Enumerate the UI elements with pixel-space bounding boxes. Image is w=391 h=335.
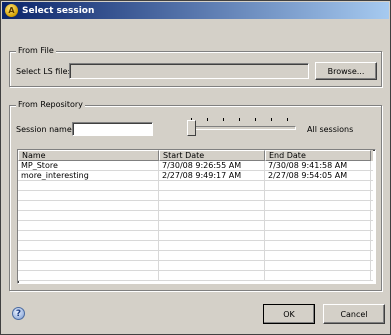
table-row[interactable]: MP_Store 7/30/08 9:26:55 AM 7/30/08 9:41:5…: [18, 161, 373, 171]
slider-track[interactable]: [189, 126, 296, 130]
table-cell: [18, 221, 159, 230]
table-row[interactable]: [18, 231, 373, 241]
table-cell: [265, 191, 371, 200]
table-row[interactable]: [18, 251, 373, 261]
from-file-legend: From File: [16, 46, 56, 55]
slider-tick: [271, 118, 272, 121]
table-cell: [159, 271, 265, 280]
session-name-input[interactable]: [72, 122, 153, 136]
table-cell: [159, 241, 265, 250]
table-cell: [265, 251, 371, 260]
sessions-table[interactable]: Name Start Date End Date MP_Store 7/30/08…: [17, 149, 376, 284]
table-cell: [18, 231, 159, 240]
table-cell: [159, 251, 265, 260]
help-icon[interactable]: ?: [12, 307, 25, 320]
table-cell: 7/30/08 9:41:58 AM: [265, 161, 371, 170]
table-cell: [18, 271, 159, 280]
title-bar[interactable]: A Select session: [2, 2, 389, 19]
table-cell: [265, 241, 371, 250]
select-ls-file-label: Select LS file:: [16, 67, 71, 76]
table-body: MP_Store 7/30/08 9:26:55 AM 7/30/08 9:41:5…: [18, 161, 373, 281]
table-row[interactable]: [18, 211, 373, 221]
slider-tick: [207, 118, 208, 121]
column-header-start-date[interactable]: Start Date: [159, 150, 265, 161]
slider-tick: [239, 118, 240, 121]
table-cell: [18, 241, 159, 250]
table-row[interactable]: [18, 241, 373, 251]
slider-tick: [223, 118, 224, 121]
slider-tick: [255, 118, 256, 121]
table-row[interactable]: [18, 181, 373, 191]
table-cell: 2/27/08 9:54:05 AM: [265, 171, 371, 180]
ok-button[interactable]: OK: [263, 304, 315, 324]
table-cell: [159, 211, 265, 220]
table-cell: [159, 221, 265, 230]
table-cell: [265, 271, 371, 280]
table-cell: [265, 261, 371, 270]
slider-value-label: All sessions: [307, 125, 354, 134]
table-cell: [159, 231, 265, 240]
ls-file-input[interactable]: [69, 63, 309, 79]
table-row[interactable]: more_interesting 2/27/08 9:49:17 AM 2/27/0…: [18, 171, 373, 181]
table-row[interactable]: [18, 261, 373, 271]
table-cell: [18, 201, 159, 210]
table-row[interactable]: [18, 221, 373, 231]
table-cell: [18, 211, 159, 220]
table-cell: more_interesting: [18, 171, 159, 180]
table-cell: [265, 201, 371, 210]
table-cell: [18, 261, 159, 270]
table-cell: [18, 191, 159, 200]
session-name-label: Session name:: [16, 125, 75, 134]
table-cell: [18, 181, 159, 190]
table-row[interactable]: [18, 271, 373, 281]
table-row[interactable]: [18, 201, 373, 211]
table-cell: [159, 181, 265, 190]
slider-thumb[interactable]: [187, 120, 196, 136]
from-repository-legend: From Repository: [16, 100, 85, 109]
table-cell: [159, 261, 265, 270]
table-cell: [265, 221, 371, 230]
select-session-dialog: A Select session From File Select LS fil…: [0, 0, 391, 335]
table-cell: [265, 211, 371, 220]
slider-tick: [287, 118, 288, 121]
window-title: Select session: [22, 5, 95, 16]
table-cell: [159, 191, 265, 200]
cancel-button[interactable]: Cancel: [323, 304, 385, 324]
app-logo-icon: A: [5, 4, 18, 17]
sessions-grid: Name Start Date End Date MP_Store 7/30/08…: [18, 150, 373, 281]
table-cell: [159, 201, 265, 210]
browse-button[interactable]: Browse...: [315, 62, 377, 80]
table-cell: 7/30/08 9:26:55 AM: [159, 161, 265, 170]
table-header: Name Start Date End Date: [18, 150, 373, 161]
table-cell: 2/27/08 9:49:17 AM: [159, 171, 265, 180]
table-cell: [265, 181, 371, 190]
table-cell: [18, 251, 159, 260]
column-header-end-date[interactable]: End Date: [265, 150, 371, 161]
column-header-name[interactable]: Name: [18, 150, 159, 161]
table-cell: [265, 231, 371, 240]
table-row[interactable]: [18, 191, 373, 201]
table-cell: MP_Store: [18, 161, 159, 170]
